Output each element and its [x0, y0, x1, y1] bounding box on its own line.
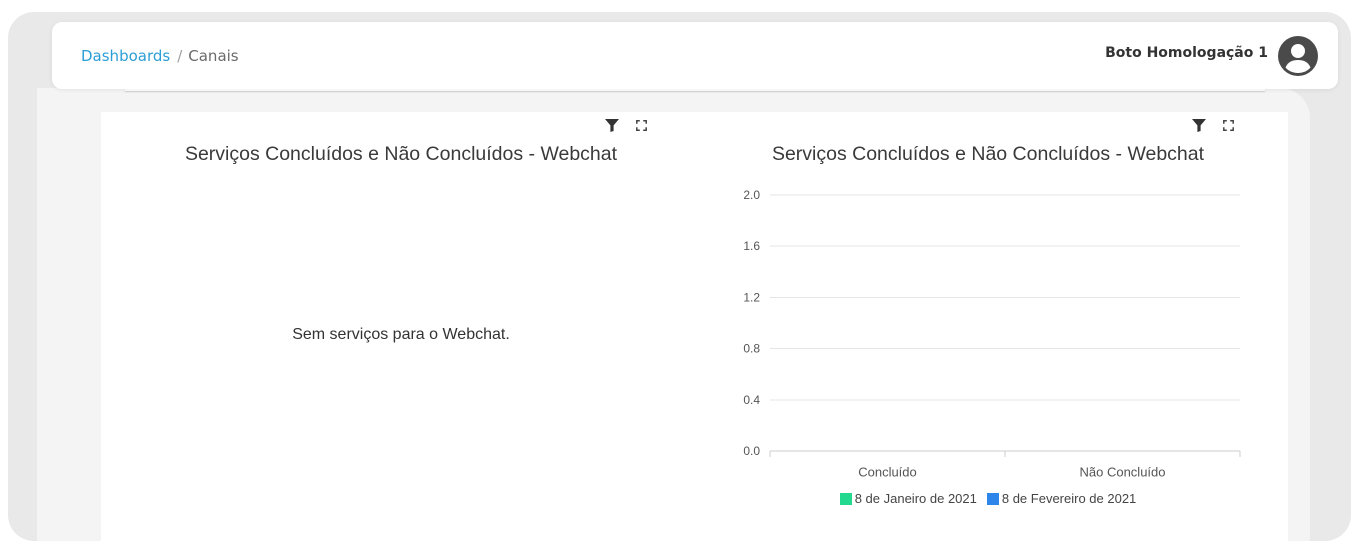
y-tick-label: 0.0 [743, 444, 760, 458]
y-tick-label: 0.8 [743, 342, 760, 356]
chart-title: Serviços Concluídos e Não Concluídos - W… [184, 143, 618, 165]
x-category-label: Não Concluído [1080, 465, 1166, 480]
legend-label: 8 de Fevereiro de 2021 [1001, 491, 1137, 506]
y-tick-label: 2.0 [743, 188, 760, 202]
filter-icon[interactable] [1192, 119, 1206, 132]
chart-title: Serviços Concluídos e Não Concluídos - W… [771, 143, 1205, 165]
expand-icon[interactable] [1223, 120, 1234, 131]
y-tick-label: 1.6 [743, 239, 760, 253]
x-category-label: Concluído [858, 465, 917, 480]
chart-toolbar [1192, 119, 1234, 132]
user-menu[interactable]: Boto Homologação 1 [1105, 35, 1318, 76]
breadcrumb-separator: / [177, 46, 183, 65]
bar-chart: 0.0 0.4 0.8 1.2 1.6 2.0 Concluído Não Concluído [743, 188, 1241, 480]
chart-card-right: Serviços Concluídos e Não Concluídos - W… [688, 112, 1288, 541]
breadcrumb-link-dashboards[interactable]: Dashboards [81, 46, 170, 66]
empty-state-message: Sem serviços para o Webchat. [292, 326, 510, 343]
chart-toolbar [605, 119, 647, 132]
legend-swatch [986, 493, 999, 505]
account-circle-icon[interactable] [1278, 35, 1318, 76]
legend-label: 8 de Janeiro de 2021 [854, 491, 977, 506]
legend-swatch [839, 493, 852, 505]
charts-panel: Serviços Concluídos e Não Concluídos - W… [101, 112, 1288, 541]
y-tick-label: 0.4 [743, 393, 760, 407]
breadcrumb: Dashboards / Canais [81, 46, 239, 66]
expand-icon[interactable] [636, 120, 647, 131]
breadcrumb-current-page: Canais [188, 46, 239, 65]
legend-item[interactable]: 8 de Fevereiro de 2021 [986, 491, 1137, 506]
top-header: Dashboards / Canais Boto Homologação 1 [52, 22, 1338, 89]
filter-icon[interactable] [605, 119, 619, 132]
legend-item[interactable]: 8 de Janeiro de 2021 [839, 491, 977, 506]
chart-legend: 8 de Janeiro de 2021 8 de Fevereiro de 20… [688, 492, 1288, 506]
y-tick-label: 1.2 [743, 290, 760, 304]
user-name: Boto Homologação 1 [1105, 44, 1268, 61]
chart-card-left: Serviços Concluídos e Não Concluídos - W… [101, 112, 701, 541]
